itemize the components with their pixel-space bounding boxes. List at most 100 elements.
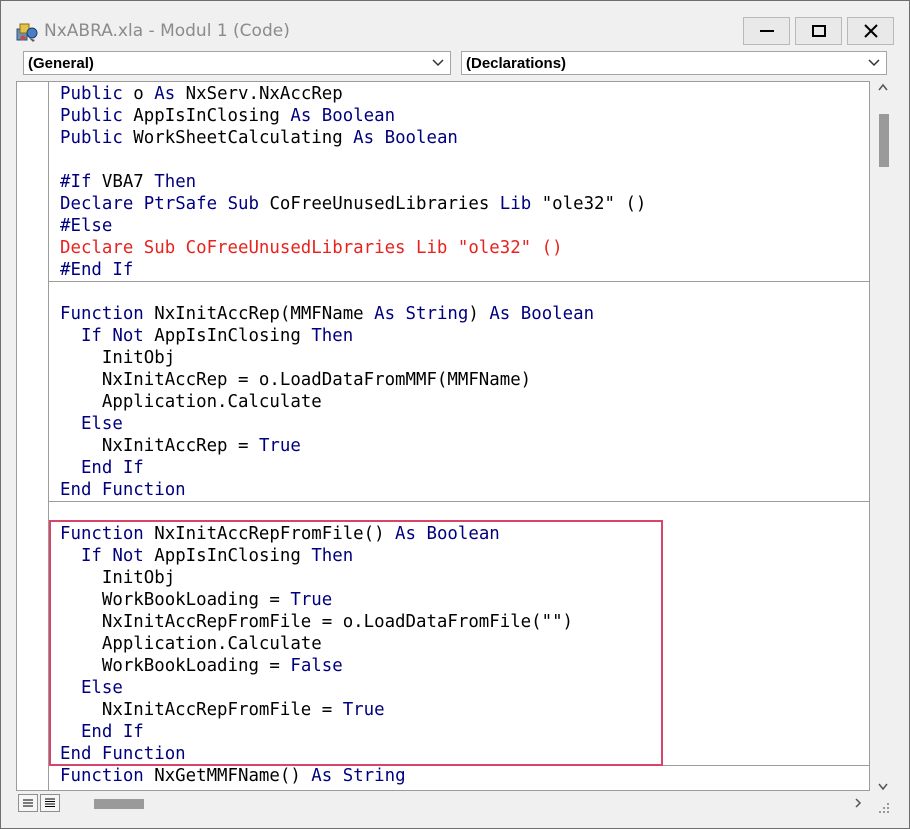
- code-keyword: #Else: [60, 216, 113, 236]
- code-keyword: As: [353, 128, 375, 148]
- chevron-down-icon: [432, 59, 444, 67]
- code-text: NxInitAccRep = o.LoadDataFromMMF(MMFName…: [60, 370, 532, 390]
- code-keyword: #End If: [60, 260, 134, 280]
- vertical-scrollbar[interactable]: [872, 81, 894, 797]
- procedure-view-button[interactable]: [18, 794, 38, 812]
- restore-button[interactable]: [795, 17, 842, 45]
- code-text: InitObj: [60, 348, 176, 368]
- scroll-up-icon[interactable]: [878, 83, 888, 91]
- code-line[interactable]: #End If: [60, 259, 869, 281]
- object-combo-value: (General): [28, 55, 94, 72]
- code-keyword: As: [374, 304, 396, 324]
- code-text: o: [122, 84, 155, 104]
- restore-icon: [811, 25, 826, 37]
- minimize-icon: [759, 30, 774, 32]
- code-keyword: Declare: [60, 194, 134, 214]
- code-line[interactable]: [60, 281, 869, 303]
- code-keyword: As: [311, 766, 333, 786]
- procedure-separator: [48, 501, 869, 502]
- scroll-right-icon[interactable]: [854, 798, 862, 808]
- code-keyword: Then: [154, 172, 197, 192]
- code-line[interactable]: Application.Calculate: [60, 391, 869, 413]
- code-keyword: As: [290, 106, 312, 126]
- full-module-view-icon: [45, 798, 55, 807]
- code-error-text: Declare Sub CoFreeUnusedLibraries Lib "o…: [60, 238, 563, 258]
- vba-project-icon: [16, 23, 38, 42]
- vertical-scroll-thumb[interactable]: [879, 114, 889, 167]
- code-keyword: Public: [60, 106, 123, 126]
- code-keyword: End Function: [60, 480, 186, 500]
- code-keyword: True: [258, 436, 301, 456]
- code-line[interactable]: #Else: [60, 215, 869, 237]
- code-line[interactable]: [60, 149, 869, 171]
- code-line[interactable]: Declare PtrSafe Sub CoFreeUnusedLibrarie…: [60, 193, 869, 215]
- code-text: VBA7: [91, 172, 155, 192]
- code-keyword: Boolean: [321, 106, 396, 126]
- window-title: NxABRA.xla - Modul 1 (Code): [44, 21, 290, 41]
- code-line[interactable]: NxInitAccRep = True: [60, 435, 869, 457]
- code-line[interactable]: Else: [60, 413, 869, 435]
- close-icon: [863, 24, 878, 38]
- highlight-box: [49, 520, 663, 766]
- code-line[interactable]: If Not AppIsInClosing Then: [60, 325, 869, 347]
- procedure-combo[interactable]: (Declarations): [461, 51, 887, 75]
- horizontal-scroll-thumb[interactable]: [94, 799, 144, 809]
- code-keyword: Sub: [227, 194, 259, 214]
- scroll-down-icon[interactable]: [878, 783, 888, 791]
- procedure-separator: [48, 281, 869, 282]
- code-keyword: If Not: [80, 326, 144, 346]
- code-keyword: PtrSafe: [143, 194, 218, 214]
- code-text: Application.Calculate: [60, 392, 322, 412]
- procedure-combo-value: (Declarations): [466, 55, 567, 72]
- code-text: WorkSheetCalculating: [122, 128, 354, 148]
- minimize-button[interactable]: [743, 17, 790, 45]
- code-editor[interactable]: Public o As NxServ.NxAccRep Public AppIsI…: [16, 81, 870, 791]
- procedure-view-icon: [23, 799, 33, 807]
- code-text: CoFreeUnusedLibraries: [258, 194, 500, 214]
- code-keyword: End If: [80, 458, 144, 478]
- chevron-down-icon: [868, 59, 880, 67]
- code-line[interactable]: Public WorkSheetCalculating As Boolean: [60, 127, 869, 149]
- code-text: NxInitAccRep =: [60, 436, 259, 456]
- code-text: NxServ.NxAccRep: [175, 84, 343, 104]
- close-button[interactable]: [847, 17, 894, 45]
- code-line[interactable]: Function NxInitAccRep(MMFName As String)…: [60, 303, 869, 325]
- code-line[interactable]: End If: [60, 457, 869, 479]
- code-keyword: Function: [60, 766, 144, 786]
- code-keyword: Else: [80, 414, 123, 434]
- code-keyword: Lib: [499, 194, 532, 214]
- title-bar[interactable]: NxABRA.xla - Modul 1 (Code): [1, 1, 909, 47]
- code-line[interactable]: #If VBA7 Then: [60, 171, 869, 193]
- full-module-view-button[interactable]: [40, 794, 60, 812]
- code-keyword: String: [405, 304, 469, 324]
- object-combo[interactable]: (General): [23, 51, 451, 75]
- code-keyword: String: [342, 766, 406, 786]
- code-text: NxGetMMFName(): [143, 766, 312, 786]
- resize-grip-icon[interactable]: [878, 802, 890, 814]
- code-line[interactable]: End Function: [60, 479, 869, 501]
- code-line[interactable]: NxInitAccRep = o.LoadDataFromMMF(MMFName…: [60, 369, 869, 391]
- code-line[interactable]: Function NxGetMMFName() As String: [60, 765, 869, 787]
- code-keyword: As: [489, 304, 511, 324]
- code-line[interactable]: Public AppIsInClosing As Boolean: [60, 105, 869, 127]
- code-keyword: Public: [60, 84, 123, 104]
- code-line[interactable]: Public o As NxServ.NxAccRep: [60, 83, 869, 105]
- code-line[interactable]: InitObj: [60, 347, 869, 369]
- code-line[interactable]: Declare Sub CoFreeUnusedLibraries Lib "o…: [60, 237, 869, 259]
- code-text: "ole32" (): [531, 194, 647, 214]
- code-text: AppIsInClosing: [122, 106, 291, 126]
- code-keyword: Then: [311, 326, 354, 346]
- bottom-bar: [16, 791, 872, 815]
